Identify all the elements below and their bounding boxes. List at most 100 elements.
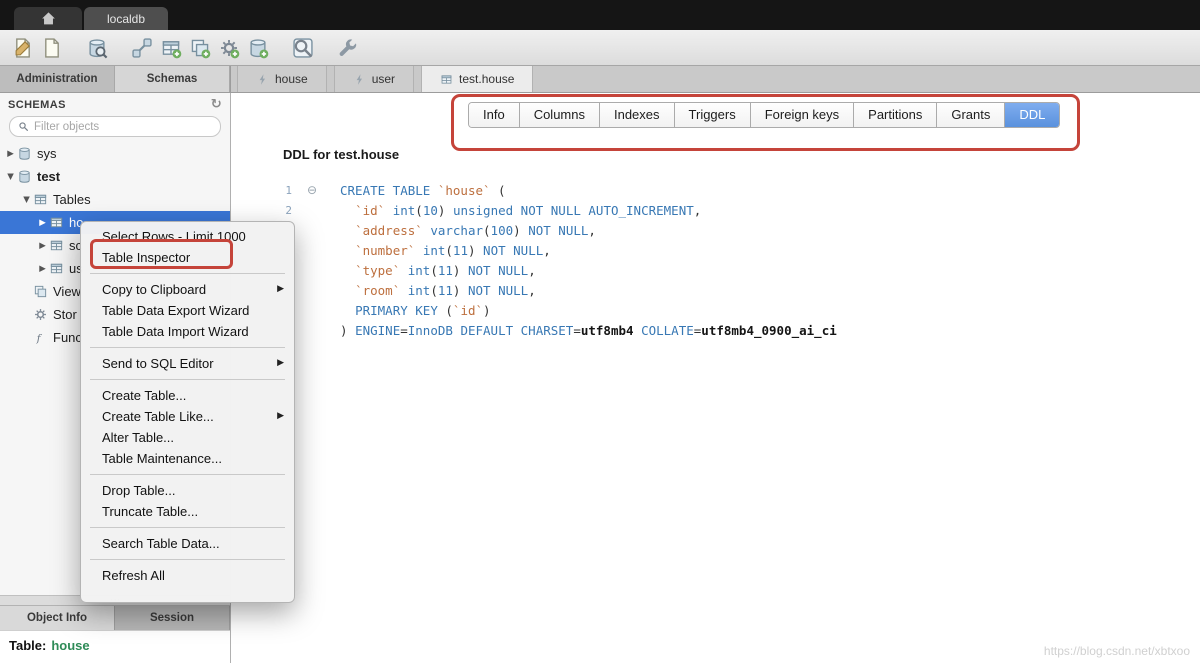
chevron-right-icon[interactable]: ▶ <box>36 241 49 251</box>
code-line-1: 1 ⊖ CREATE TABLE `house` ( <box>232 180 1190 200</box>
menu-item-label: Truncate Table... <box>102 504 199 519</box>
new-routine-button[interactable] <box>214 34 243 62</box>
code-segment: InnoDB <box>407 322 453 338</box>
menu-item-create-table-like[interactable]: Create Table Like... ▶ <box>81 406 294 427</box>
menu-item-select-rows-limit-1000[interactable]: Select Rows - Limit 1000 <box>81 226 294 247</box>
menu-separator <box>90 559 285 560</box>
code-line-8: ) ENGINE=InnoDB DEFAULT CHARSET=utf8mb4 … <box>232 320 1190 340</box>
menu-item-drop-table[interactable]: Drop Table... <box>81 480 294 501</box>
toolbar-group-3 <box>127 34 272 62</box>
schemas-header: SCHEMAS ↻ <box>0 93 230 113</box>
menu-item-alter-table[interactable]: Alter Table... <box>81 427 294 448</box>
menu-item-table-inspector[interactable]: Table Inspector <box>81 247 294 268</box>
tab-foreign-keys[interactable]: Foreign keys <box>750 103 855 127</box>
chevron-right-icon[interactable]: ▶ <box>36 218 49 228</box>
toolbar-group-4 <box>288 34 317 62</box>
menu-item-copy-to-clipboard[interactable]: Copy to Clipboard ▶ <box>81 279 294 300</box>
filter-objects-input[interactable]: Filter objects <box>9 116 221 137</box>
chevron-down-icon[interactable]: ▼ <box>20 195 33 205</box>
tab-columns[interactable]: Columns <box>519 103 600 127</box>
object-name: house <box>51 638 90 653</box>
toolbar-group-2 <box>82 34 111 62</box>
bolt-icon <box>353 73 366 86</box>
tab-indexes[interactable]: Indexes <box>599 103 675 127</box>
titlebar: localdb <box>0 0 1200 30</box>
menu-item-refresh-all[interactable]: Refresh All <box>81 565 294 586</box>
func-icon: f <box>33 330 50 345</box>
table-inspector-panel: Info Columns Indexes Triggers Foreign keys Pa… <box>232 93 1200 663</box>
menu-item-truncate-table[interactable]: Truncate Table... <box>81 501 294 522</box>
code-segment: ( <box>483 222 491 238</box>
open-sql-file-button[interactable] <box>37 34 66 62</box>
sidebar-tab-administration[interactable]: Administration <box>0 66 115 92</box>
code-line-4: `number` int(11) NOT NULL, <box>232 240 1190 260</box>
tab-partitions[interactable]: Partitions <box>854 103 938 127</box>
tree-item-label: Stor <box>53 307 77 322</box>
code-segment: ) <box>452 282 468 298</box>
code-segment: ) <box>340 322 356 338</box>
menu-item-table-maintenance[interactable]: Table Maintenance... <box>81 448 294 469</box>
menu-item-create-table[interactable]: Create Table... <box>81 385 294 406</box>
code-segment: ) <box>452 262 468 278</box>
inspector-tabs: Info Columns Indexes Triggers Foreign keys Pa… <box>468 102 1061 128</box>
code-segment: DEFAULT CHARSET <box>460 322 574 338</box>
new-connection-button[interactable] <box>127 34 156 62</box>
chevron-right-icon[interactable]: ▶ <box>4 149 17 159</box>
code-segment: `id` <box>355 202 386 218</box>
new-table-button[interactable] <box>156 34 185 62</box>
new-table-icon <box>160 37 182 59</box>
table-context-menu: Select Rows - Limit 1000 Table Inspector C… <box>80 221 295 603</box>
new-view-button[interactable] <box>185 34 214 62</box>
table-inspector-icon <box>86 37 108 59</box>
menu-item-table-data-import-wizard[interactable]: Table Data Import Wizard <box>81 321 294 342</box>
menu-item-search-table-data[interactable]: Search Table Data... <box>81 533 294 554</box>
editor-tab-test-house[interactable]: test.house <box>421 66 534 92</box>
new-sql-editor-button[interactable] <box>8 34 37 62</box>
editor-tab-user[interactable]: user <box>333 66 415 92</box>
code-segment: 11 <box>437 262 453 278</box>
tab-triggers[interactable]: Triggers <box>674 103 751 127</box>
line-number: 1 <box>285 183 292 197</box>
bottom-tab-session[interactable]: Session <box>115 606 230 630</box>
tab-info[interactable]: Info <box>469 103 520 127</box>
home-tab[interactable] <box>14 7 82 30</box>
code-line-5: `type` int(11) NOT NULL, <box>232 260 1190 280</box>
new-schema-button[interactable] <box>243 34 272 62</box>
submenu-arrow-icon: ▶ <box>277 411 284 421</box>
code-segment: ( <box>445 242 453 258</box>
tab-ddl[interactable]: DDL <box>1005 103 1060 127</box>
connection-tab[interactable]: localdb <box>84 7 168 30</box>
code-segment: , <box>693 202 702 218</box>
table-inspector-button[interactable] <box>82 34 111 62</box>
code-segment: varchar <box>430 222 484 238</box>
tools-button[interactable] <box>333 34 362 62</box>
code-segment: ) <box>483 302 491 318</box>
gear-icon <box>33 307 50 322</box>
menu-item-send-to-sql-editor[interactable]: Send to SQL Editor ▶ <box>81 353 294 374</box>
editor-tab-house[interactable]: house <box>237 66 327 92</box>
code-segment: NOT NULL <box>528 222 589 238</box>
tree-item-test[interactable]: ▼ test <box>0 165 230 188</box>
tree-item-label: View <box>53 284 81 299</box>
menu-item-table-data-export-wizard[interactable]: Table Data Export Wizard <box>81 300 294 321</box>
code-segment: NOT NULL <box>483 242 544 258</box>
menu-separator <box>90 474 285 475</box>
sidebar-tab-schemas[interactable]: Schemas <box>115 66 230 92</box>
tree-item-sys[interactable]: ▶ sys <box>0 142 230 165</box>
sidebar-tab-switcher: Administration Schemas <box>0 66 231 92</box>
refresh-schemas-icon[interactable]: ↻ <box>211 98 222 111</box>
tree-item-tables[interactable]: ▼ Tables <box>0 188 230 211</box>
toolbar-group-5 <box>333 34 362 62</box>
chevron-right-icon[interactable]: ▶ <box>36 264 49 274</box>
search-objects-button[interactable] <box>288 34 317 62</box>
code-segment: ( <box>430 262 438 278</box>
table-icon <box>440 73 453 86</box>
tab-grants[interactable]: Grants <box>937 103 1006 127</box>
bottom-tab-object-info[interactable]: Object Info <box>0 606 115 630</box>
chevron-down-icon[interactable]: ▼ <box>4 172 17 182</box>
db-icon <box>17 146 34 161</box>
fold-collapse-icon[interactable]: ⊖ <box>302 183 322 197</box>
